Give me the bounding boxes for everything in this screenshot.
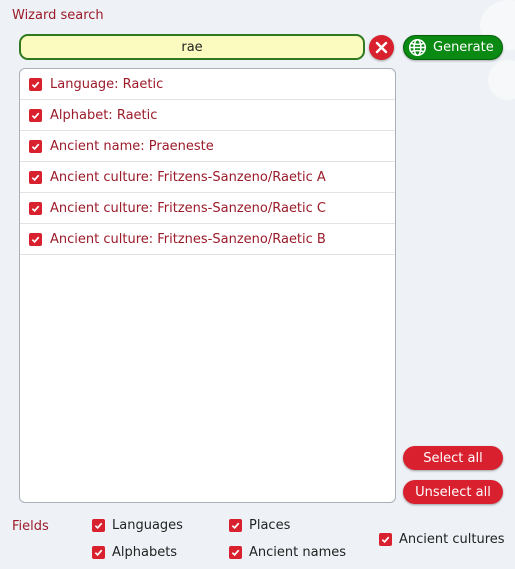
- field-option-label: Ancient cultures: [399, 532, 505, 547]
- fields-label: Fields: [12, 519, 49, 534]
- map-background: [488, 60, 515, 100]
- select-all-button[interactable]: Select all: [403, 446, 503, 470]
- result-item[interactable]: Ancient name: Praeneste: [20, 131, 395, 162]
- result-item[interactable]: Ancient culture: Fritzens-Sanzeno/Raetic…: [20, 162, 395, 193]
- panel-title: Wizard search: [12, 8, 104, 23]
- field-option-label: Ancient names: [249, 545, 346, 560]
- results-list[interactable]: Language: Raetic Alphabet: Raetic Ancien…: [19, 68, 396, 503]
- field-checkbox[interactable]: [379, 533, 392, 546]
- result-item[interactable]: Ancient culture: Fritzens-Sanzeno/Raetic…: [20, 193, 395, 224]
- field-option-label: Alphabets: [112, 545, 178, 560]
- globe-icon: [408, 38, 427, 57]
- field-option-alphabets[interactable]: Alphabets: [92, 545, 177, 560]
- result-label: Ancient name: Praeneste: [50, 138, 214, 154]
- field-checkbox[interactable]: [92, 546, 105, 559]
- field-option-label: Places: [249, 518, 291, 533]
- clear-search-button[interactable]: [369, 35, 394, 60]
- result-label: Ancient culture: Fritzens-Sanzeno/Raetic…: [50, 169, 326, 185]
- result-checkbox[interactable]: [29, 139, 42, 153]
- field-option-languages[interactable]: Languages: [92, 518, 183, 533]
- field-option-ancient-names[interactable]: Ancient names: [229, 545, 346, 560]
- close-icon: [375, 41, 388, 54]
- generate-button[interactable]: Generate: [403, 35, 503, 60]
- result-item[interactable]: Language: Raetic: [20, 69, 395, 100]
- result-label: Alphabet: Raetic: [50, 107, 158, 123]
- field-checkbox[interactable]: [229, 519, 242, 532]
- result-label: Language: Raetic: [50, 76, 164, 92]
- result-label: Ancient culture: Fritznes-Sanzeno/Raetic…: [50, 231, 326, 247]
- search-field[interactable]: [19, 34, 365, 60]
- result-checkbox[interactable]: [29, 170, 42, 184]
- field-option-label: Languages: [112, 518, 183, 533]
- result-checkbox[interactable]: [29, 232, 42, 246]
- search-input[interactable]: [21, 38, 363, 56]
- result-checkbox[interactable]: [29, 108, 42, 122]
- field-checkbox[interactable]: [92, 519, 105, 532]
- field-checkbox[interactable]: [229, 546, 242, 559]
- result-label: Ancient culture: Fritzens-Sanzeno/Raetic…: [50, 200, 327, 216]
- generate-label: Generate: [433, 40, 494, 55]
- result-checkbox[interactable]: [29, 77, 42, 91]
- field-option-places[interactable]: Places: [229, 518, 290, 533]
- unselect-all-button[interactable]: Unselect all: [403, 480, 503, 504]
- result-item[interactable]: Alphabet: Raetic: [20, 100, 395, 131]
- result-checkbox[interactable]: [29, 201, 42, 215]
- result-item[interactable]: Ancient culture: Fritznes-Sanzeno/Raetic…: [20, 224, 395, 255]
- field-option-ancient-cultures[interactable]: Ancient cultures: [379, 532, 505, 547]
